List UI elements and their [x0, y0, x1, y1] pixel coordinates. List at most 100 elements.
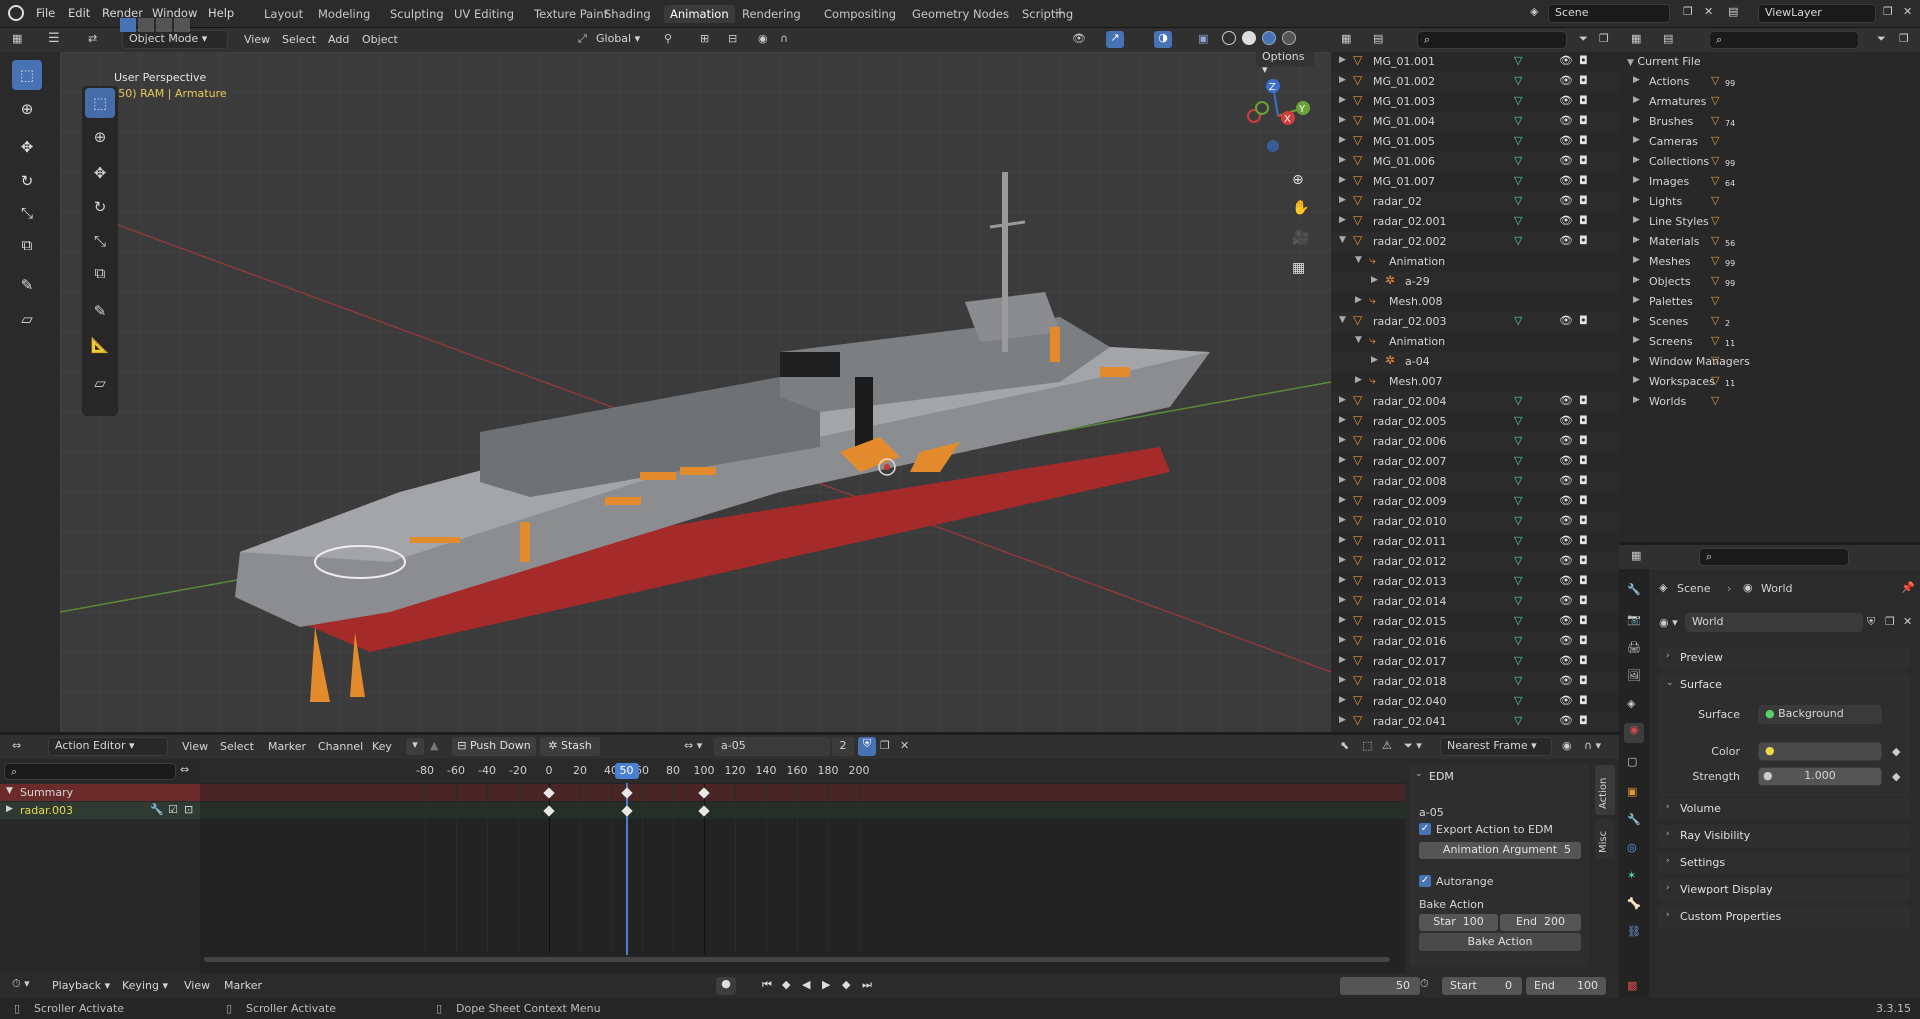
snap-mode-selector[interactable]: Nearest Frame ▾ — [1440, 737, 1552, 756]
eye-icon[interactable]: 👁 — [1559, 554, 1573, 567]
tool-settings-icon[interactable]: ⇄ — [88, 32, 97, 45]
menu-add[interactable]: Add — [328, 33, 349, 46]
render-camera-icon[interactable]: ◘ — [1579, 574, 1588, 587]
tab-misc[interactable]: Misc — [1595, 819, 1615, 859]
surface-shader-field[interactable]: ● Background — [1758, 705, 1882, 724]
world-name-field[interactable]: World — [1685, 613, 1863, 632]
eye-icon[interactable]: 👁 — [1559, 394, 1573, 407]
mesh-data-icon[interactable]: ▽ — [1514, 714, 1522, 727]
jump-start-icon[interactable]: ⏮ — [762, 978, 772, 992]
shelf-add-cube-icon[interactable]: ▱ — [85, 368, 115, 398]
expand-right-icon[interactable]: ▶ — [1633, 395, 1640, 405]
show-hidden-icon[interactable]: ⬚ — [1362, 739, 1372, 752]
render-camera-icon[interactable]: ◘ — [1579, 674, 1588, 687]
scene-selector[interactable]: Scene — [1548, 4, 1670, 23]
surface-section[interactable]: ⌄ Surface — [1658, 674, 1910, 696]
blendfile-item-objects[interactable]: ▶ Objects ▽ 99 — [1633, 272, 1913, 292]
action-browse-icon[interactable]: ⇔ ▾ — [684, 739, 702, 752]
expand-right-icon[interactable]: ▶ — [1339, 575, 1346, 585]
physics-tab-icon[interactable]: ◎ — [1627, 841, 1637, 854]
prev-keyframe-icon[interactable]: ◆ — [782, 978, 790, 991]
transform-tool-icon[interactable]: ⧉ — [12, 230, 42, 260]
expand-right-icon[interactable]: ▶ — [1633, 115, 1640, 125]
ae-filter-icon[interactable]: ⏷ ▾ — [1404, 739, 1422, 753]
navigation-gizmo[interactable]: Z Y X — [1238, 76, 1318, 156]
expand-right-icon[interactable]: ▶ — [1355, 295, 1362, 305]
expand-right-icon[interactable]: ▶ — [1633, 215, 1640, 225]
summary-channel[interactable]: ▼ Summary — [0, 784, 200, 801]
mesh-data-icon[interactable]: ▽ — [1514, 114, 1522, 127]
eye-icon[interactable]: 👁 — [1559, 434, 1573, 447]
render-camera-icon[interactable]: ◘ — [1579, 634, 1588, 647]
eye-icon[interactable]: 👁 — [1559, 574, 1573, 587]
channel-search-input[interactable]: ⌕ — [4, 763, 176, 780]
object-data-tab-icon[interactable]: ✶ — [1627, 869, 1636, 882]
animation-argument-field[interactable]: Animation Argument 5 — [1419, 842, 1581, 859]
blendfile-search-input[interactable]: ⌕ — [1709, 31, 1859, 49]
expand-down-icon[interactable]: ▼ — [1339, 235, 1346, 245]
menu-keying[interactable]: Keying ▾ — [122, 979, 168, 992]
mesh-data-icon[interactable]: ▽ — [1514, 694, 1522, 707]
render-camera-icon[interactable]: ◘ — [1579, 394, 1588, 407]
blendfile-item-worlds[interactable]: ▶ Worlds ▽ — [1633, 392, 1913, 412]
ray-visibility-section[interactable]: › Ray Visibility — [1658, 825, 1910, 847]
eye-icon[interactable]: 👁 — [1559, 194, 1573, 207]
expand-right-icon[interactable]: ▶ — [1339, 95, 1346, 105]
outliner-editor-type-icon[interactable]: ▦ — [1341, 32, 1351, 45]
bake-end-field[interactable]: End 200 — [1500, 914, 1581, 931]
render-camera-icon[interactable]: ◘ — [1579, 454, 1588, 467]
render-camera-icon[interactable]: ◘ — [1579, 214, 1588, 227]
render-camera-icon[interactable]: ◘ — [1579, 174, 1588, 187]
blendfile-item-workspaces[interactable]: ▶ Workspaces ▽ 11 — [1633, 372, 1913, 392]
shelf-rotate-icon[interactable]: ↻ — [85, 192, 115, 222]
blendfile-item-palettes[interactable]: ▶ Palettes ▽ — [1633, 292, 1913, 312]
properties-editor-type-icon[interactable]: ▦ — [1631, 549, 1641, 562]
outliner-row[interactable]: ▼ ⤷ Animation — [1331, 252, 1619, 272]
3d-viewport[interactable]: User Perspective (50) RAM | Armature Opt… — [60, 52, 1331, 732]
current-frame-badge[interactable]: 50 — [614, 763, 639, 779]
lock-icon[interactable]: ⊡ — [184, 803, 193, 816]
eye-icon[interactable]: 👁 — [1559, 214, 1573, 227]
outliner-row[interactable]: ▶ ▽ radar_02.012 ▽ 👁 ◘ — [1331, 552, 1619, 572]
outliner-row[interactable]: ▶ ▽ radar_02.018 ▽ 👁 ◘ — [1331, 672, 1619, 692]
mute-checkbox-icon[interactable]: ☑ — [168, 803, 178, 816]
expand-right-icon[interactable]: ▶ — [1633, 275, 1640, 285]
bake-action-button[interactable]: Bake Action — [1419, 933, 1581, 951]
menu-select[interactable]: Select — [282, 33, 316, 46]
display-mode-icon[interactable]: ▤ — [1373, 32, 1383, 45]
properties-search-input[interactable]: ⌕ — [1699, 548, 1849, 566]
render-camera-icon[interactable]: ◘ — [1579, 694, 1588, 707]
mesh-data-icon[interactable]: ▽ — [1514, 314, 1522, 327]
start-frame-field[interactable]: Start 0 — [1442, 977, 1522, 995]
outliner-row[interactable]: ▶ ▽ radar_02.009 ▽ 👁 ◘ — [1331, 492, 1619, 512]
tl-menu-view[interactable]: View — [184, 979, 210, 992]
outliner-row[interactable]: ▶ ▽ radar_02.013 ▽ 👁 ◘ — [1331, 572, 1619, 592]
mesh-data-icon[interactable]: ▽ — [1514, 674, 1522, 687]
mesh-data-icon[interactable]: ▽ — [1514, 634, 1522, 647]
eye-icon[interactable]: 👁 — [1559, 654, 1573, 667]
outliner-row[interactable]: ▶ ▽ radar_02.041 ▽ 👁 ◘ — [1331, 712, 1619, 732]
expand-right-icon[interactable]: ▶ — [1339, 675, 1346, 685]
shelf-select-icon[interactable]: ⬚ — [85, 88, 115, 118]
preview-section[interactable]: › Preview — [1658, 647, 1910, 669]
expand-right-icon[interactable]: ▶ — [1633, 335, 1640, 345]
mesh-data-icon[interactable]: ▽ — [1514, 534, 1522, 547]
blendfile-root[interactable]: ▼ Current File — [1627, 55, 1701, 68]
expand-right-icon[interactable]: ▶ — [1339, 635, 1346, 645]
record-icon[interactable]: ● — [716, 977, 736, 995]
transform-orientation-selector[interactable]: Global ▾ — [596, 32, 666, 45]
render-camera-icon[interactable]: ◘ — [1579, 234, 1588, 247]
workspace-tab-rendering[interactable]: Rendering — [736, 5, 807, 23]
outliner-row[interactable]: ▶ ▽ MG_01.002 ▽ 👁 ◘ — [1331, 72, 1619, 92]
expand-right-icon[interactable]: ▶ — [1339, 55, 1346, 65]
workspace-tab-layout[interactable]: Layout — [258, 5, 309, 23]
pan-hand-icon[interactable]: ✋ — [1292, 200, 1309, 216]
new-view-layer-icon[interactable]: ❐ — [1883, 5, 1893, 18]
world-tab-icon[interactable]: ◉ — [1624, 723, 1644, 743]
editor-type-icon[interactable]: ▦ — [12, 32, 22, 45]
proportional-edit-icon[interactable]: ◉ — [758, 32, 768, 45]
render-camera-icon[interactable]: ◘ — [1579, 594, 1588, 607]
expand-right-icon[interactable]: ▶ — [1633, 95, 1640, 105]
blender-logo-icon[interactable] — [8, 5, 24, 21]
render-camera-icon[interactable]: ◘ — [1579, 94, 1588, 107]
